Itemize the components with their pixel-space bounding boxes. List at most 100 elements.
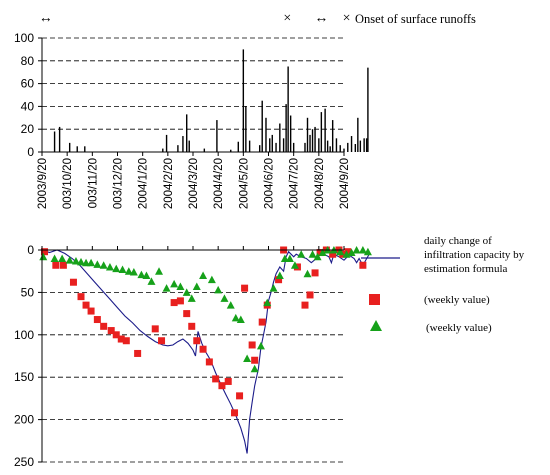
weekly-square-point — [301, 301, 309, 309]
rainfall-bar — [363, 138, 365, 152]
rainfall-bar — [216, 120, 218, 152]
weekly-square-point — [241, 284, 249, 292]
top-x-tick-label: 2004/1/20 — [138, 158, 150, 209]
weekly-square-point — [188, 322, 196, 330]
weekly-triangle-point — [269, 284, 278, 292]
weekly-square-point — [306, 291, 314, 299]
runoff-onset-strip: ↔ × ↔ × — [39, 11, 351, 26]
weekly-square-point — [170, 299, 178, 307]
weekly-square-point — [158, 337, 166, 345]
rainfall-bar — [203, 148, 206, 152]
top-x-tick-label: 2003/9/20 — [37, 158, 49, 209]
weekly-square-point — [100, 322, 108, 330]
weekly-triangle-point — [250, 364, 259, 373]
top-y-tick-label: 100 — [14, 31, 34, 45]
weekly-triangle-point — [155, 267, 164, 275]
rainfall-bar — [282, 138, 285, 152]
weekly-square-point — [122, 337, 130, 345]
rainfall-bar — [58, 126, 61, 152]
rainfall-bar — [53, 131, 56, 152]
weekly-square-point — [193, 337, 201, 345]
rainfall-bar — [271, 134, 273, 152]
rainfall-bar — [324, 108, 326, 152]
top-y-tick-label: 40 — [21, 99, 35, 113]
weekly-triangle-point — [220, 294, 229, 302]
weekly-square-point — [251, 356, 259, 364]
rainfall-bar — [326, 140, 329, 152]
top-x-tick-label: 2004/5/20 — [238, 158, 250, 209]
weekly-triangle-point — [58, 254, 67, 262]
rainfall-bar — [186, 114, 188, 152]
weekly-triangle-point — [226, 301, 235, 309]
weekly-square-point — [69, 278, 77, 286]
rainfall-bar — [314, 126, 316, 152]
runoff-onset-label: Onset of surface runoffs — [355, 12, 476, 26]
rainfall-bar — [350, 136, 353, 152]
top-x-tick-label: 2004/3/20 — [188, 158, 200, 209]
rainfall-bar — [331, 120, 334, 152]
figure: ↔ × ↔ × Onset of surface runoffs 0 20 40 60 80 1… — [14, 11, 525, 469]
bottom-y-tick-label: 250 — [14, 455, 34, 469]
rainfall-bar — [242, 49, 245, 152]
legend-square-swatch — [369, 294, 380, 305]
bottom-chart-series — [39, 246, 372, 454]
weekly-square-point — [258, 318, 266, 326]
top-x-tick-label: 2004/2/20 — [163, 158, 175, 209]
runoff-marker: ↔ — [314, 11, 328, 26]
rainfall-bar — [285, 104, 287, 152]
weekly-square-point — [212, 375, 220, 383]
weekly-triangle-point — [214, 285, 223, 294]
rainfall-bar — [289, 115, 292, 152]
rainfall-bar — [365, 138, 368, 152]
weekly-triangle-point — [118, 265, 127, 274]
weekly-square-point — [224, 377, 232, 385]
rainfall-bar — [339, 145, 341, 152]
weekly-square-point — [134, 349, 142, 357]
rainfall-bar — [165, 134, 168, 152]
legend-line-label-2: infiltration capacity by — [424, 249, 525, 261]
bottom-chart-y-tick-labels: 0 50 100 150 200 250 — [14, 243, 34, 469]
weekly-triangle-point — [308, 250, 317, 258]
rainfall-bar — [292, 142, 295, 152]
top-x-tick-label: 2004/6/20 — [264, 158, 276, 209]
rainfall-bar — [329, 146, 331, 152]
weekly-triangle-point — [87, 258, 96, 267]
weekly-triangle-point — [105, 262, 114, 271]
weekly-triangle-point — [112, 264, 121, 273]
top-y-tick-label: 80 — [21, 54, 35, 68]
weekly-square-point — [248, 341, 256, 349]
top-x-tick-label: 003/12/20 — [113, 158, 125, 209]
top-x-tick-label: 2004/7/20 — [289, 158, 301, 209]
bottom-y-tick-label: 200 — [14, 413, 34, 427]
rainfall-bar — [311, 129, 314, 152]
rainfall-bar — [304, 142, 306, 152]
rainfall-bar — [177, 145, 179, 152]
rainfall-bar — [279, 123, 281, 152]
weekly-triangle-point — [99, 261, 108, 269]
rainfall-bar — [335, 138, 338, 152]
weekly-square-point — [59, 261, 67, 269]
legend-line-label-3: estimation formula — [424, 263, 508, 275]
rainfall-bars — [53, 49, 369, 152]
rainfall-bar — [320, 112, 323, 152]
top-chart-axes — [38, 37, 345, 156]
rainfall-bar — [162, 148, 164, 152]
bottom-y-tick-label: 0 — [27, 243, 34, 257]
top-chart-x-tick-labels: 2003/9/20 003/10/20 003/11/20 003/12/20 2004… — [37, 158, 351, 209]
rainfall-bar — [318, 138, 320, 152]
top-y-tick-label: 60 — [21, 77, 35, 91]
weekly-triangle-point — [176, 282, 185, 290]
rainfall-bar — [354, 144, 357, 152]
top-x-tick-label: 2004/8/20 — [314, 158, 326, 209]
weekly-square-point — [52, 261, 60, 269]
rainfall-bar — [357, 117, 359, 152]
top-chart-grid — [42, 37, 344, 130]
weekly-square-point — [205, 358, 213, 366]
weekly-square-point — [218, 382, 226, 390]
weekly-triangle-point — [243, 354, 252, 363]
weekly-square-point — [87, 307, 95, 315]
rainfall-bar — [275, 142, 277, 152]
rainfall-bar — [237, 141, 239, 152]
rainfall-bar — [269, 138, 271, 152]
rainfall-bar — [347, 142, 349, 152]
